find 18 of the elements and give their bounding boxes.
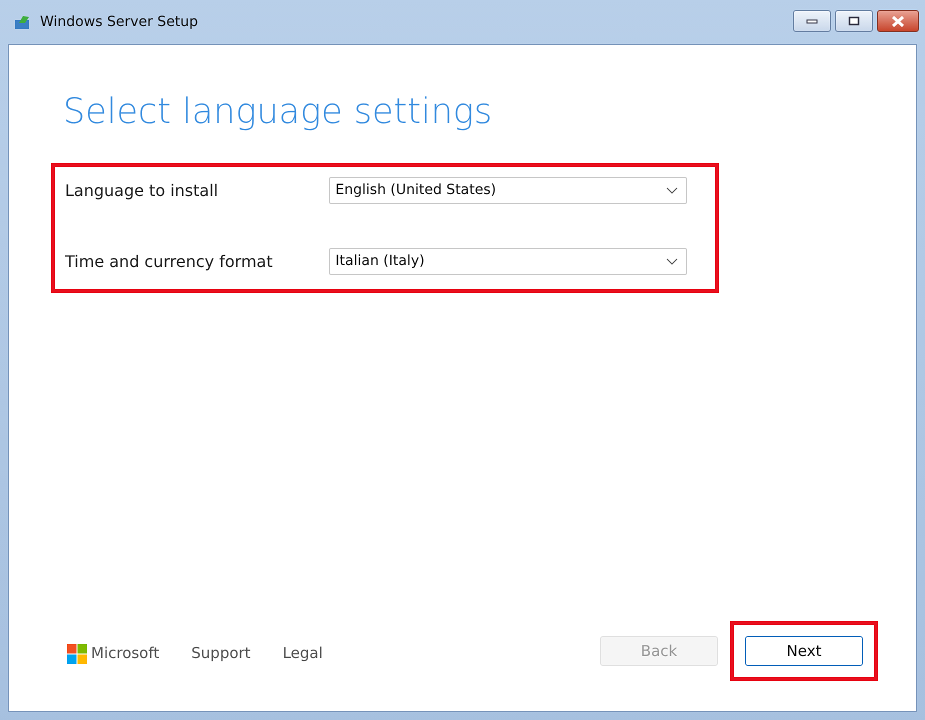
close-button[interactable] xyxy=(877,10,919,32)
field-label: Language to install xyxy=(65,180,220,202)
wizard-button[interactable]: Next xyxy=(745,636,863,666)
window-title: Windows Server Setup xyxy=(40,12,198,32)
footer-link[interactable]: Legal xyxy=(282,642,323,665)
page-heading: Select language settings xyxy=(63,91,494,133)
brand-name: Microsoft xyxy=(91,643,160,664)
footer-link[interactable]: Support xyxy=(191,642,251,665)
microsoft-logo-icon xyxy=(67,644,87,664)
dropdown[interactable]: Italian (Italy) xyxy=(329,248,687,275)
setup-icon xyxy=(14,14,32,30)
field-label: Time and currency format xyxy=(65,250,274,272)
minimize-icon xyxy=(806,18,818,24)
dropdown[interactable]: English (United States) xyxy=(329,177,687,204)
maximize-button[interactable] xyxy=(835,10,873,32)
close-icon xyxy=(891,16,905,26)
maximize-icon xyxy=(848,16,860,26)
minimize-button[interactable] xyxy=(793,10,831,32)
